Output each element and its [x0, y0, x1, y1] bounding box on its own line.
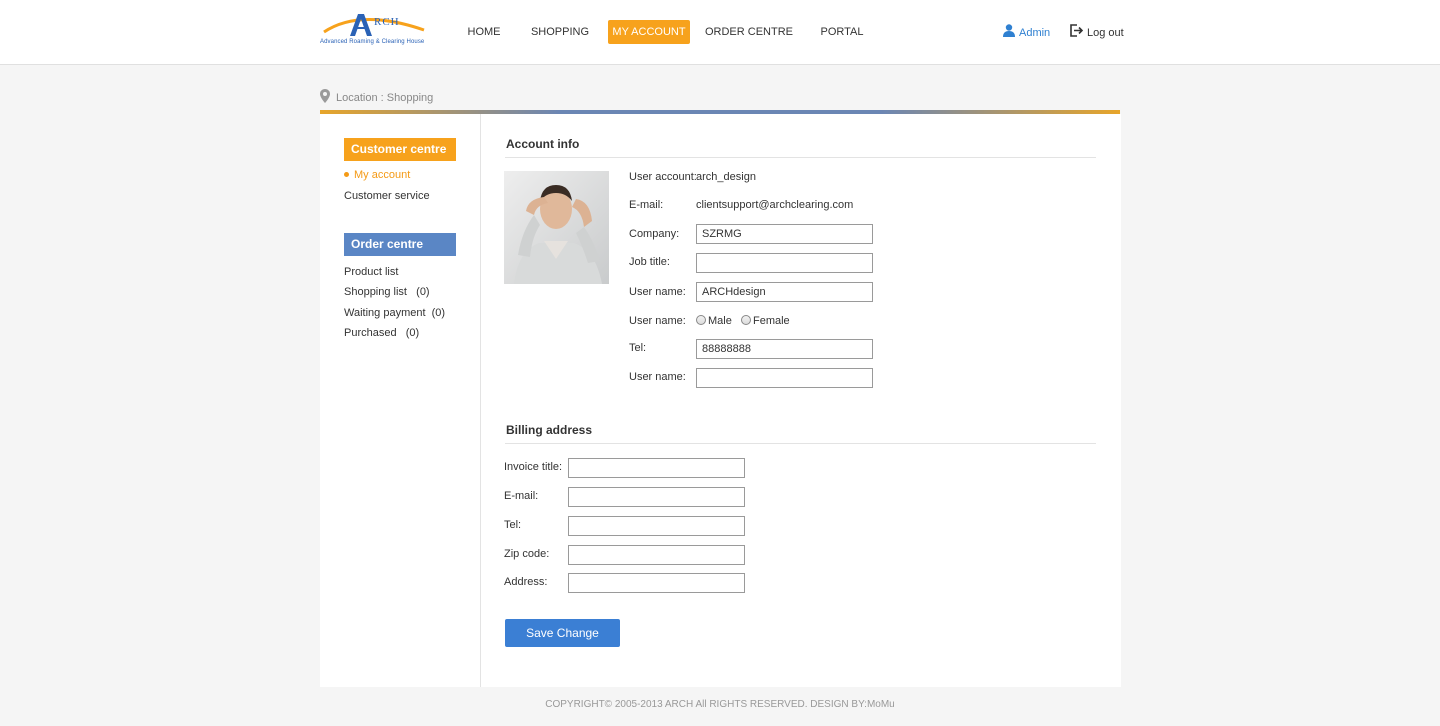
tel-label: Tel:: [629, 342, 647, 354]
sidebar-item-waiting-payment[interactable]: Waiting payment (0): [344, 306, 445, 320]
billing-address-divider: [505, 443, 1096, 444]
logout-link[interactable]: Log out: [1070, 24, 1124, 40]
tel-input[interactable]: [696, 339, 873, 359]
invoice-title-label: Invoice title:: [504, 461, 563, 473]
sidebar-heading-order-centre: Order centre: [344, 233, 456, 256]
nav-home[interactable]: HOME: [458, 20, 510, 44]
logout-label: Log out: [1087, 26, 1124, 39]
breadcrumb-prefix: Location :: [336, 91, 384, 104]
sidebar-item-label: My account: [354, 169, 411, 181]
account-info-title: Account info: [506, 137, 580, 151]
logout-icon: [1070, 24, 1084, 42]
company-input[interactable]: [696, 224, 873, 244]
user-account-value: arch_design: [696, 171, 756, 183]
radio-label: Male: [708, 315, 732, 327]
footer-copyright: COPYRIGHT© 2005-2013 ARCH All RIGHTS RES…: [545, 699, 895, 710]
gender-label: User name:: [629, 315, 686, 327]
radio-label: Female: [753, 315, 790, 327]
active-bullet-icon: [344, 171, 349, 177]
logo-text: RCH: [374, 16, 400, 28]
address-label: Address:: [504, 576, 548, 588]
job-title-input[interactable]: [696, 253, 873, 273]
admin-label: Admin: [1019, 26, 1051, 39]
sidebar-item-shopping-list[interactable]: Shopping list (0): [344, 285, 430, 299]
user-name-label: User name:: [629, 286, 686, 298]
nav-my-account[interactable]: MY ACCOUNT: [608, 20, 690, 44]
billing-tel-label: Tel:: [504, 519, 522, 531]
sidebar-heading-customer-centre: Customer centre: [344, 138, 456, 161]
nav-portal[interactable]: PORTAL: [814, 20, 870, 44]
logo-tagline: Advanced Roaming & Clearing House: [320, 39, 425, 45]
user-account-label: User account:: [629, 171, 697, 183]
company-label: Company:: [629, 228, 680, 240]
user-name-2-label: User name:: [629, 371, 686, 383]
radio-circle-icon: [696, 315, 706, 326]
billing-email-label: E-mail:: [504, 490, 539, 502]
sidebar-divider: [480, 114, 481, 687]
sidebar-item-my-account[interactable]: My account: [344, 168, 410, 182]
nav-order-centre[interactable]: ORDER CENTRE: [703, 20, 795, 44]
sidebar-item-purchased[interactable]: Purchased (0): [344, 326, 419, 340]
account-info-divider: [505, 157, 1096, 158]
avatar: [504, 171, 609, 284]
top-header: Advanced Roaming & Clearing House RCH HO…: [0, 0, 1440, 65]
billing-tel-input[interactable]: [568, 516, 745, 536]
admin-link[interactable]: Admin: [1003, 24, 1050, 40]
gender-radio-male[interactable]: Male: [696, 314, 732, 328]
billing-email-input[interactable]: [568, 487, 745, 507]
breadcrumb-current[interactable]: Shopping: [387, 92, 434, 104]
save-change-button[interactable]: Save Change: [505, 619, 620, 647]
email-value: clientsupport@archclearing.com: [696, 199, 854, 211]
invoice-title-input[interactable]: [568, 458, 745, 478]
zip-code-label: Zip code:: [504, 548, 550, 560]
zip-code-input[interactable]: [568, 545, 745, 565]
billing-address-title: Billing address: [506, 423, 593, 437]
user-name-input[interactable]: [696, 282, 873, 302]
email-label: E-mail:: [629, 199, 664, 211]
user-icon: [1003, 24, 1015, 42]
breadcrumb: Location : Shopping: [320, 89, 434, 104]
gender-radio-female[interactable]: Female: [741, 314, 790, 328]
sidebar-item-product-list[interactable]: Product list: [344, 265, 398, 279]
user-name-2-input[interactable]: [696, 368, 873, 388]
address-input[interactable]: [568, 573, 745, 593]
job-title-label: Job title:: [629, 256, 670, 268]
nav-shopping[interactable]: SHOPPING: [527, 20, 593, 44]
radio-circle-icon: [741, 315, 751, 326]
location-pin-icon: [320, 89, 330, 107]
sidebar-item-customer-service[interactable]: Customer service: [344, 189, 430, 203]
